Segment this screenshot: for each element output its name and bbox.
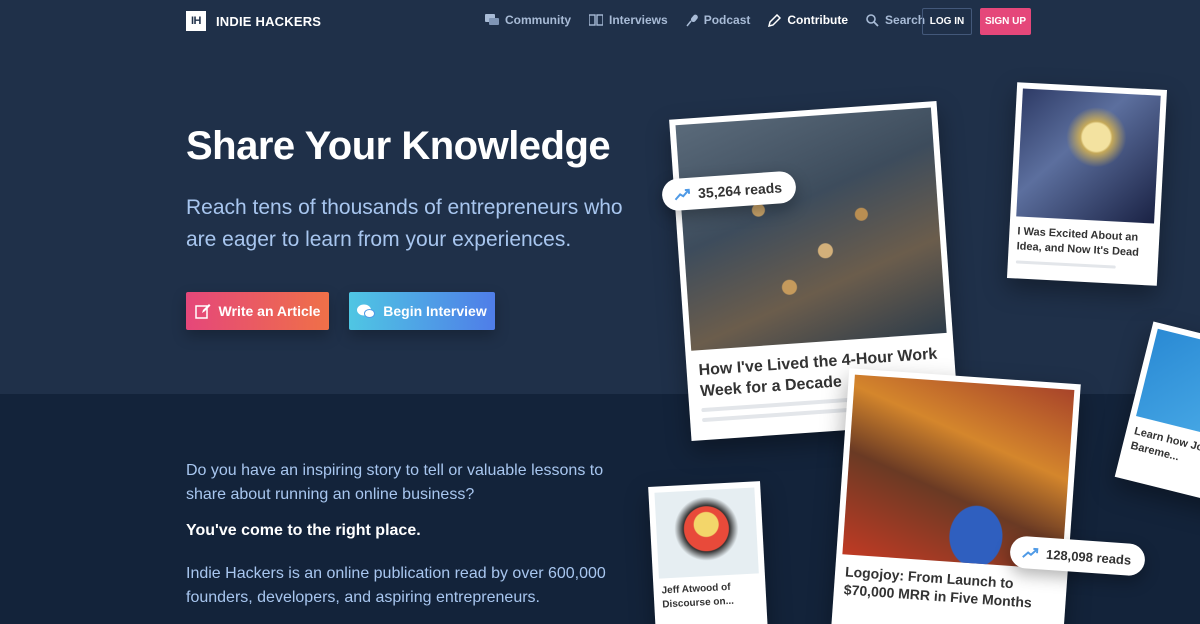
reads-count: 128,098 reads bbox=[1045, 546, 1132, 568]
nav-links: Community Interviews Podcast Contribute … bbox=[485, 13, 943, 27]
trending-up-icon bbox=[1022, 547, 1039, 558]
article-card-excited[interactable]: I Was Excited About an Idea, and Now It'… bbox=[1006, 82, 1168, 286]
nav-interviews[interactable]: Interviews bbox=[589, 13, 668, 27]
pencil-icon bbox=[768, 13, 782, 27]
intro-question: Do you have an inspiring story to tell o… bbox=[186, 462, 604, 503]
nav-community[interactable]: Community bbox=[485, 13, 571, 27]
search-icon bbox=[866, 13, 879, 27]
nav-podcast-label: Podcast bbox=[703, 13, 751, 27]
nav-community-label: Community bbox=[505, 13, 571, 27]
avatar-image bbox=[654, 487, 759, 579]
chat-icon bbox=[485, 13, 499, 25]
article-card-atwood[interactable]: Jeff Atwood of Discourse on... bbox=[648, 481, 768, 624]
nav-podcast[interactable]: Podcast bbox=[686, 13, 751, 27]
nav-contribute-label: Contribute bbox=[787, 13, 849, 27]
begin-interview-button[interactable]: Begin Interview bbox=[349, 292, 495, 330]
begin-interview-label: Begin Interview bbox=[383, 303, 487, 319]
write-article-label: Write an Article bbox=[218, 303, 321, 319]
edit-icon bbox=[194, 304, 211, 319]
logo-mark: IH bbox=[186, 11, 206, 31]
login-button[interactable]: LOG IN bbox=[922, 8, 972, 35]
nav-interviews-label: Interviews bbox=[609, 13, 668, 27]
card-title: I Was Excited About an Idea, and Now It'… bbox=[1016, 225, 1140, 259]
chat-bubbles-icon bbox=[357, 304, 376, 318]
hero-subtitle: Reach tens of thousands of entrepreneurs… bbox=[186, 196, 623, 251]
card-title: Logojoy: From Launch to $70,000 MRR in F… bbox=[843, 563, 1033, 611]
nav-search[interactable]: Search bbox=[866, 13, 925, 27]
nav-contribute[interactable]: Contribute bbox=[768, 13, 848, 27]
top-nav: IH INDIE HACKERS Community Interviews Po… bbox=[0, 0, 1200, 44]
article-card-logojoy[interactable]: Logojoy: From Launch to $70,000 MRR in F… bbox=[831, 368, 1081, 624]
lightbulb-image bbox=[1016, 88, 1161, 224]
publication-text: Indie Hackers is an online publication r… bbox=[186, 565, 606, 606]
card-title: Learn how Jo... Grew Bareme... bbox=[1129, 425, 1200, 464]
microphone-icon bbox=[686, 14, 698, 26]
reads-count: 35,264 reads bbox=[697, 179, 783, 202]
book-icon bbox=[589, 14, 603, 26]
brand-name: INDIE HACKERS bbox=[216, 13, 322, 29]
logo[interactable]: IH INDIE HACKERS bbox=[186, 11, 321, 31]
right-place-text: You've come to the right place. bbox=[186, 522, 421, 539]
nav-search-label: Search bbox=[885, 13, 926, 27]
card-title: Jeff Atwood of Discourse on... bbox=[661, 581, 735, 611]
write-article-button[interactable]: Write an Article bbox=[186, 292, 329, 330]
card-placeholder-line bbox=[1015, 260, 1116, 269]
signup-button[interactable]: SIGN UP bbox=[980, 8, 1031, 35]
trending-up-icon bbox=[674, 188, 691, 201]
page-title: Share Your Knowledge bbox=[186, 124, 611, 168]
coins-image bbox=[675, 107, 947, 351]
